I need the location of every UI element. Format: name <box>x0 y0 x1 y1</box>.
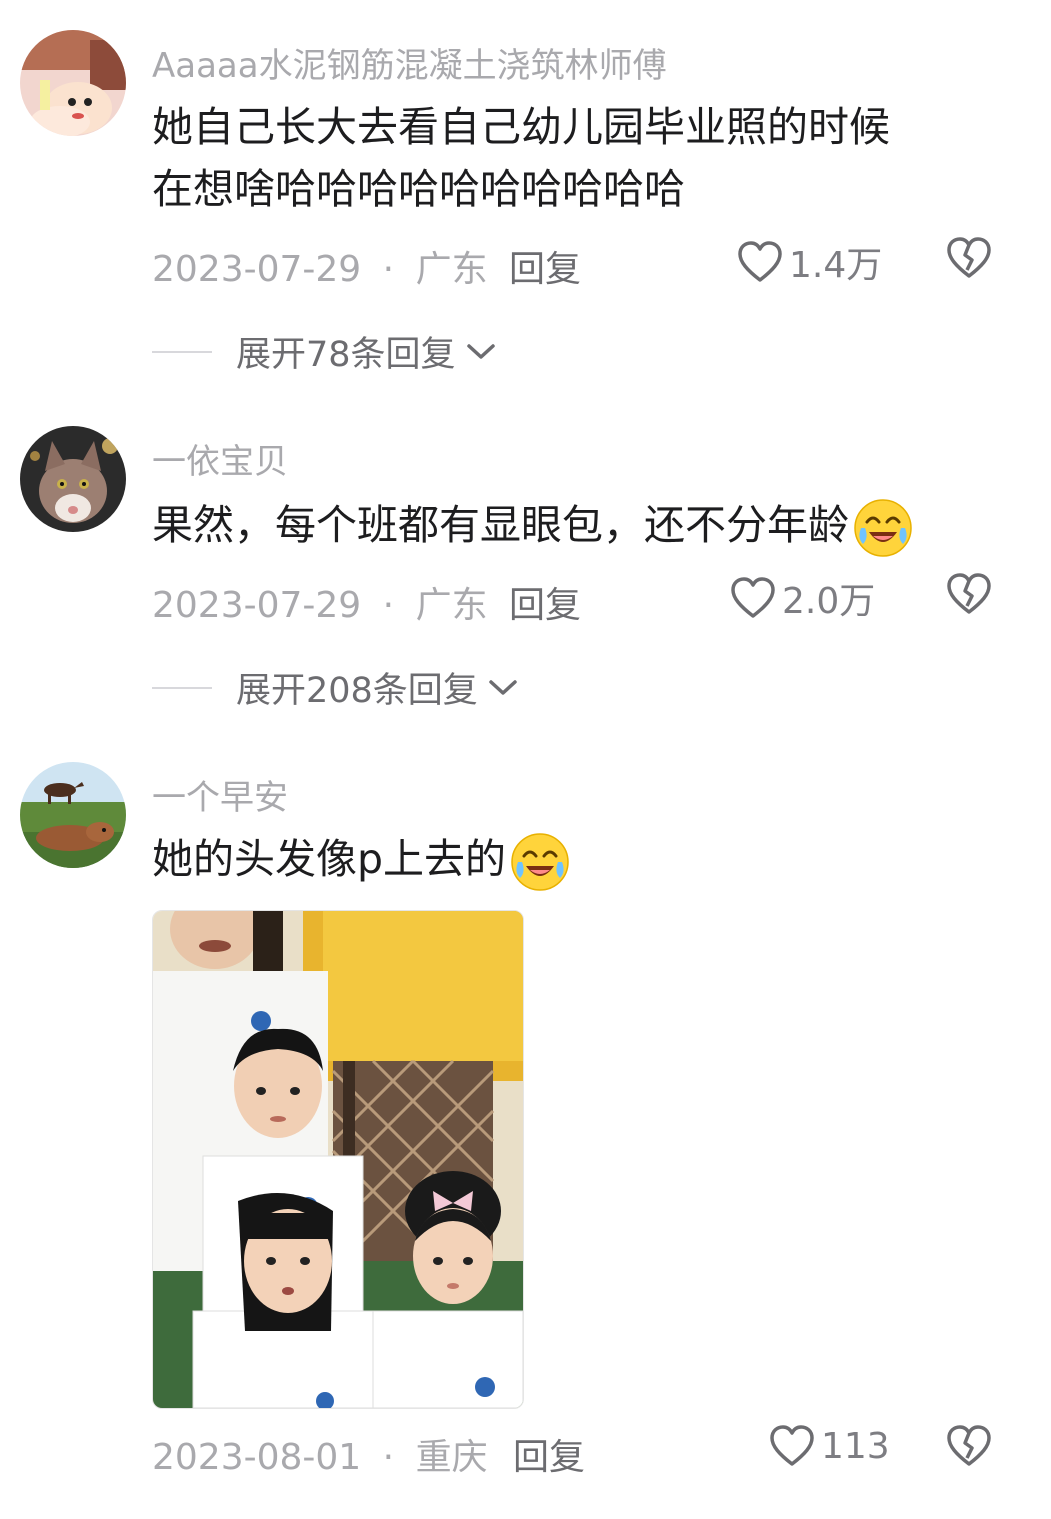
comment-meta: 2023-08-01 · 重庆 回复 113 <box>152 1425 1012 1480</box>
crying-laughing-emoji-icon <box>854 499 912 557</box>
comment-text: 她的头发像p上去的 <box>152 828 1012 892</box>
username[interactable]: 一个早安 <box>152 770 288 819</box>
reply-button[interactable]: 回复 <box>509 576 581 628</box>
heart-outline-icon <box>770 1425 814 1466</box>
comment-text: 她自己长大去看自己幼儿园毕业照的时候 在想啥哈哈哈哈哈哈哈哈哈哈 <box>152 96 1012 220</box>
comment-text: 果然，每个班都有显眼包，还不分年龄 <box>152 494 1012 558</box>
meta-separator: · <box>382 585 395 626</box>
comment-meta: 2023-07-29 · 广东 回复 1.4万 <box>152 237 1012 292</box>
broken-heart-icon <box>947 573 991 614</box>
comment-location: 重庆 <box>415 1437 488 1478</box>
comment-meta: 2023-07-29 · 广东 回复 2.0万 <box>152 573 1012 628</box>
like-count: 113 <box>821 1425 890 1467</box>
avatar[interactable] <box>20 30 126 136</box>
comment-date: 2023-08-01 <box>152 1437 362 1478</box>
comment-text-content: 果然，每个班都有显眼包，还不分年龄 <box>152 501 849 549</box>
comment-text-line: 她自己长大去看自己幼儿园毕业照的时候 <box>152 103 890 151</box>
heart-outline-icon <box>738 241 782 282</box>
expand-replies-label: 展开78条回复 <box>236 335 456 375</box>
comment-location: 广东 <box>415 249 488 290</box>
dislike-button[interactable] <box>946 1424 992 1477</box>
dislike-button[interactable] <box>946 236 992 289</box>
avatar[interactable] <box>20 426 126 532</box>
meta-separator: · <box>382 1437 395 1478</box>
like-button[interactable]: 113 <box>769 1424 890 1468</box>
comment-date-location: 2023-07-29 · 广东 <box>152 576 488 628</box>
comment-date-location: 2023-08-01 · 重庆 <box>152 1428 488 1480</box>
comment-text-content: 她的头发像p上去的 <box>152 835 507 883</box>
expand-divider <box>152 350 212 353</box>
comment-date: 2023-07-29 <box>152 585 362 626</box>
like-count: 1.4万 <box>789 245 883 286</box>
like-count: 2.0万 <box>782 581 876 622</box>
comment-image[interactable] <box>152 910 524 1409</box>
expand-replies-label: 展开208条回复 <box>236 671 478 711</box>
comment-location: 广东 <box>415 585 488 626</box>
heart-outline-icon <box>731 577 775 618</box>
username[interactable]: Aaaaa水泥钢筋混凝土浇筑林师傅 <box>152 38 667 87</box>
meta-separator: · <box>382 249 395 290</box>
like-button[interactable]: 2.0万 <box>730 572 875 624</box>
reply-button[interactable]: 回复 <box>509 240 581 292</box>
expand-replies-button[interactable]: 展开78条回复 <box>152 326 498 377</box>
like-button[interactable]: 1.4万 <box>737 236 882 288</box>
avatar[interactable] <box>20 762 126 868</box>
expand-replies-button[interactable]: 展开208条回复 <box>152 662 520 713</box>
dislike-button[interactable] <box>946 572 992 625</box>
comment-date: 2023-07-29 <box>152 249 362 290</box>
broken-heart-icon <box>947 1425 991 1466</box>
username[interactable]: 一依宝贝 <box>152 434 288 483</box>
comment-text-line: 在想啥哈哈哈哈哈哈哈哈哈哈 <box>152 165 685 213</box>
expand-divider <box>152 686 212 689</box>
chevron-down-icon <box>489 679 517 695</box>
chevron-down-icon <box>466 343 495 359</box>
reply-button[interactable]: 回复 <box>513 1428 585 1480</box>
comment-date-location: 2023-07-29 · 广东 <box>152 240 488 292</box>
broken-heart-icon <box>947 237 991 278</box>
crying-laughing-emoji-icon <box>511 833 569 891</box>
